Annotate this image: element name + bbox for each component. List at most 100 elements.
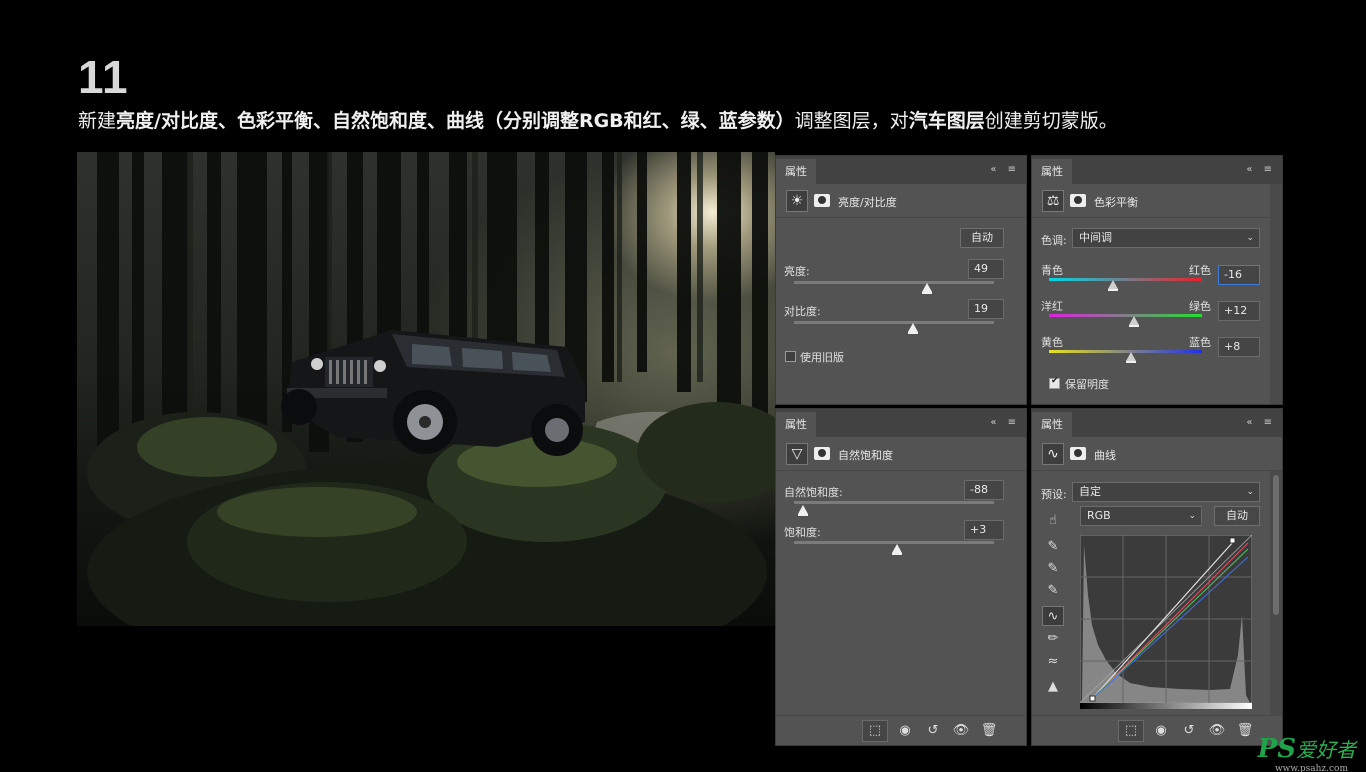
clip-to-layer-icon[interactable]: ⬚ — [1118, 720, 1144, 742]
panel-footer: ⬚ ◉ ↺ 👁 🗑 — [1032, 715, 1282, 745]
legacy-label: 使用旧版 — [800, 351, 844, 364]
visibility-eye-icon[interactable]: 👁 — [1204, 720, 1230, 742]
instruction-part-bold: 亮度/对比度、色彩平衡、自然饱和度、曲线（分别调整RGB和红、绿、蓝参数） — [116, 110, 795, 132]
tab-properties[interactable]: 属性 — [776, 412, 816, 437]
curve-point-icon[interactable]: ∿ — [1042, 606, 1064, 626]
vibrance-panel: 属性 « ≡ ▽ 自然饱和度 自然饱和度: -88 饱和度: +3 ⬚ ◉ ↺ … — [775, 408, 1027, 746]
clipping-warning-icon[interactable]: ▲ — [1042, 677, 1064, 697]
contrast-field[interactable]: 19 — [968, 299, 1004, 319]
contrast-slider-track[interactable] — [794, 321, 994, 324]
chevron-down-icon: ⌄ — [1246, 487, 1254, 497]
preserve-luminosity-label: 保留明度 — [1065, 378, 1109, 391]
curves-graph[interactable] — [1080, 535, 1252, 711]
layer-mask-icon[interactable] — [1070, 447, 1086, 460]
channel-select[interactable]: RGB ⌄ — [1080, 506, 1202, 526]
color-balance-panel: 属性 « ≡ ⚖ 色彩平衡 色调: 中间调 ⌄ 青色 红色 -16 洋红 绿色 … — [1031, 155, 1283, 405]
tab-properties[interactable]: 属性 — [1032, 412, 1072, 437]
brightness-slider-thumb[interactable] — [922, 283, 932, 294]
magenta-label: 洋红 — [1041, 300, 1063, 313]
layer-mask-icon[interactable] — [814, 447, 830, 460]
panel-title: 色彩平衡 — [1094, 196, 1138, 209]
legacy-checkbox[interactable] — [785, 351, 796, 362]
tone-label: 色调: — [1041, 234, 1067, 247]
white-eyedropper-icon[interactable]: ✎ — [1042, 581, 1064, 601]
panel-scrollbar[interactable] — [1270, 471, 1282, 715]
reset-icon[interactable]: ↺ — [1176, 720, 1202, 742]
gray-eyedropper-icon[interactable]: ✎ — [1042, 559, 1064, 579]
balance-scale-icon: ⚖ — [1042, 190, 1064, 212]
channel-select-value: RGB — [1087, 509, 1111, 522]
chevron-down-icon: ⌄ — [1246, 233, 1254, 243]
panel-header: ▽ 自然饱和度 — [776, 437, 1026, 471]
auto-button[interactable]: 自动 — [960, 228, 1004, 248]
instruction-part: 新建 — [78, 110, 117, 132]
chevron-down-icon: ⌄ — [1188, 511, 1196, 521]
instruction-part: 创建剪切蒙版。 — [984, 110, 1118, 132]
contrast-slider-thumb[interactable] — [908, 323, 918, 334]
brightness-label: 亮度: — [784, 265, 810, 278]
site-watermark: PS爱好者 www.psahz.com — [1257, 734, 1356, 772]
trash-icon[interactable]: 🗑 — [1232, 720, 1258, 742]
layer-mask-icon[interactable] — [1070, 194, 1086, 207]
preserve-luminosity-checkbox[interactable] — [1049, 376, 1060, 389]
visibility-eye-icon[interactable]: 👁 — [948, 720, 974, 742]
view-previous-icon[interactable]: ◉ — [892, 720, 918, 742]
saturation-field[interactable]: +3 — [964, 520, 1004, 540]
preset-select-value: 自定 — [1079, 485, 1101, 498]
tab-properties[interactable]: 属性 — [776, 159, 816, 184]
contrast-label: 对比度: — [784, 305, 821, 318]
panel-menu-icon[interactable]: « ≡ — [990, 417, 1020, 428]
brightness-field[interactable]: 49 — [968, 259, 1004, 279]
panel-header: ⚖ 色彩平衡 — [1032, 184, 1282, 218]
watermark-url: www.psahz.com — [1274, 764, 1348, 772]
tone-select[interactable]: 中间调 ⌄ — [1072, 228, 1260, 248]
magenta-green-slider-thumb[interactable] — [1129, 316, 1139, 327]
smooth-curve-icon[interactable]: ≈ — [1042, 652, 1064, 672]
black-eyedropper-icon[interactable]: ✎ — [1042, 537, 1064, 557]
layer-mask-icon[interactable] — [814, 194, 830, 207]
panel-tab-bar: 属性 « ≡ — [1032, 409, 1282, 437]
curves-panel: 属性 « ≡ ∿ 曲线 预设: 自定 ⌄ RGB ⌄ 自动 ☝ ✎ ✎ ✎ ∿ — [1031, 408, 1283, 746]
instruction-part-bold: 汽车图层 — [908, 110, 985, 132]
blue-label: 蓝色 — [1189, 336, 1211, 349]
panel-menu-icon[interactable]: « ≡ — [1246, 417, 1276, 428]
yellow-blue-slider-thumb[interactable] — [1126, 352, 1136, 363]
pencil-icon[interactable]: ✏ — [1042, 629, 1064, 649]
yellow-label: 黄色 — [1041, 336, 1063, 349]
cyan-label: 青色 — [1041, 264, 1063, 277]
panel-header: ☀ 亮度/对比度 — [776, 184, 1026, 218]
panel-tab-bar: 属性 « ≡ — [776, 409, 1026, 437]
panel-menu-icon[interactable]: « ≡ — [990, 164, 1020, 175]
panel-footer: ⬚ ◉ ↺ 👁 🗑 — [776, 715, 1026, 745]
preset-select[interactable]: 自定 ⌄ — [1072, 482, 1260, 502]
green-label: 绿色 — [1189, 300, 1211, 313]
panel-scrollbar[interactable] — [1270, 184, 1282, 404]
curves-icon: ∿ — [1042, 443, 1064, 465]
view-previous-icon[interactable]: ◉ — [1148, 720, 1174, 742]
magenta-green-slider-track[interactable] — [1049, 314, 1202, 317]
instruction-part: 调整图层，对 — [794, 110, 909, 132]
saturation-slider-thumb[interactable] — [892, 544, 902, 555]
vibrance-field[interactable]: -88 — [964, 480, 1004, 500]
tone-select-value: 中间调 — [1079, 231, 1112, 244]
yellow-blue-field[interactable]: +8 — [1218, 337, 1260, 357]
vibrance-slider-thumb[interactable] — [798, 505, 808, 516]
watermark-brand: PS — [1257, 734, 1296, 764]
panel-title: 自然饱和度 — [838, 449, 893, 462]
step-number: 11 — [78, 51, 129, 103]
cyan-red-slider-thumb[interactable] — [1108, 280, 1118, 291]
cyan-red-field[interactable]: -16 — [1218, 265, 1260, 285]
reset-icon[interactable]: ↺ — [920, 720, 946, 742]
tab-properties[interactable]: 属性 — [1032, 159, 1072, 184]
auto-button[interactable]: 自动 — [1214, 506, 1260, 526]
target-adjust-icon[interactable]: ☝ — [1042, 511, 1064, 531]
scrollbar-thumb[interactable] — [1273, 475, 1279, 615]
vibrance-slider-track[interactable] — [794, 501, 994, 504]
clip-to-layer-icon[interactable]: ⬚ — [862, 720, 888, 742]
brightness-slider-track[interactable] — [794, 281, 994, 284]
magenta-green-field[interactable]: +12 — [1218, 301, 1260, 321]
cyan-red-slider-track[interactable] — [1049, 278, 1202, 281]
trash-icon[interactable]: 🗑 — [976, 720, 1002, 742]
panel-menu-icon[interactable]: « ≡ — [1246, 164, 1276, 175]
instruction-text: 新建亮度/对比度、色彩平衡、自然饱和度、曲线（分别调整RGB和红、绿、蓝参数）调… — [78, 106, 1118, 133]
